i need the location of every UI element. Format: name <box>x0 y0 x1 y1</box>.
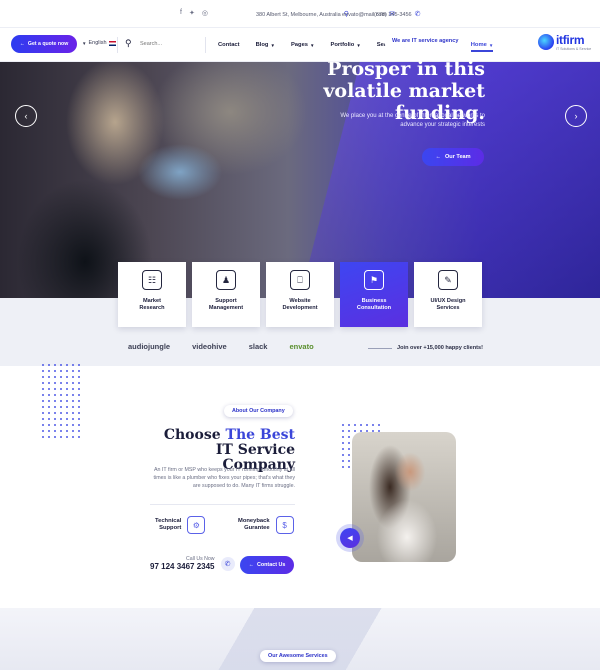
arrow-left-icon: ← <box>19 41 25 47</box>
chevron-left-icon: ‹ <box>24 111 28 121</box>
nav-item-label: Pages <box>290 42 309 48</box>
language-label: English <box>88 40 107 46</box>
clients-joined-text: Join over +15,000 happy clients! <box>397 345 483 351</box>
top-bar: f ✦ ◎ 380 Albert St, Melbourne, Australi… <box>0 0 600 28</box>
language-selector[interactable]: ▼ English <box>82 40 116 46</box>
brand-logo[interactable]: itfirm IT Solutions & Service <box>536 32 600 59</box>
search-icon[interactable]: ⚲ <box>125 38 132 49</box>
address-info: 380 Albert St, Melbourne, Australia ⚲ <box>256 11 349 18</box>
about-photo <box>352 432 456 562</box>
chevron-down-icon: ▼ <box>82 40 87 46</box>
about-badge: About Our Company <box>224 405 293 417</box>
call-info[interactable]: Call Us Now 97 124 3467 2345 ✆ <box>150 556 235 571</box>
website-icon: ⎕ <box>290 270 310 290</box>
hero-next-button[interactable]: › <box>565 105 587 127</box>
nav-item-blog[interactable]: Blog ▼ <box>256 42 275 48</box>
nav-item-portfolio[interactable]: Portfolio ▼ <box>331 42 361 48</box>
moneyback-icon: $ <box>275 516 294 534</box>
technical-support-icon: ⚙ <box>187 516 206 534</box>
nav-divider <box>117 37 118 53</box>
address-text: 380 Albert St, Melbourne, Australia <box>256 11 341 18</box>
chevron-right-icon: › <box>574 111 578 121</box>
phone-icon: ✆ <box>414 11 421 18</box>
call-text: Call Us Now 97 124 3467 2345 <box>150 556 215 571</box>
brand-tagline: IT Solutions & Service <box>556 47 592 51</box>
about-title-accent: The Best <box>225 427 295 443</box>
service-card-consultation[interactable]: ⚑ Business Consultation <box>340 262 408 327</box>
video-play-button[interactable]: ◀ <box>340 528 360 548</box>
nav-item-label: Contact <box>218 42 240 48</box>
search-input[interactable] <box>140 38 190 50</box>
divider-line <box>150 504 295 505</box>
service-card-support[interactable]: ♟ Support Management <box>192 262 260 327</box>
feature-label: Moneyback Gurantee <box>238 518 270 531</box>
partner-logo[interactable]: audiojungle <box>128 342 170 351</box>
chevron-down-icon: ▼ <box>356 42 361 48</box>
partner-logo[interactable]: envato <box>289 342 313 351</box>
about-text: An IT firm or MSP who keeps your IT runn… <box>153 467 295 489</box>
divider-line <box>368 348 392 349</box>
service-card-design[interactable]: ✎ UI/UX Design Services <box>414 262 482 327</box>
hero-prev-button[interactable]: ‹ <box>15 105 37 127</box>
call-number[interactable]: 97 124 3467 2345 <box>150 562 215 571</box>
nav-item-label: Portfolio <box>330 42 355 48</box>
social-links: f ✦ ◎ <box>180 9 208 17</box>
logo-mark-icon <box>538 34 554 50</box>
feature-moneyback: Moneyback Gurantee $ <box>238 516 294 534</box>
get-quote-label: Get a quote now <box>27 41 69 47</box>
service-card-label: UI/UX Design Services <box>430 298 466 311</box>
nav-item-home[interactable]: Home ▼ <box>470 42 494 52</box>
services-badge-text: Our Awesome Services <box>268 653 328 659</box>
about-badge-text: About Our Company <box>232 408 285 414</box>
chevron-down-icon: ▼ <box>310 42 315 48</box>
service-card-label: Market Research <box>139 298 165 311</box>
instagram-icon[interactable]: ◎ <box>202 9 208 17</box>
our-team-button[interactable]: ← Our Team <box>422 148 484 166</box>
contact-us-label: Contact Us <box>256 562 286 568</box>
partner-logo[interactable]: videohive <box>192 342 227 351</box>
service-card-label: Website Development <box>282 298 318 311</box>
nav-divider <box>205 37 206 53</box>
contact-us-button[interactable]: ← Contact Us <box>240 556 294 574</box>
our-team-label: Our Team <box>444 154 471 160</box>
research-icon: ☷ <box>142 270 162 290</box>
services-badge: Our Awesome Services <box>260 650 336 662</box>
nav-item-contact[interactable]: Contact <box>218 42 240 48</box>
nav-item-label: Blog <box>255 42 269 48</box>
service-card-website[interactable]: ⎕ Website Development <box>266 262 334 327</box>
consultation-icon: ⚑ <box>364 270 384 290</box>
service-cards: ☷ Market Research ♟ Support Management ⎕… <box>118 262 485 327</box>
phone-icon: ✆ <box>220 556 235 571</box>
hero-badge-text: We are IT service agency <box>392 38 459 44</box>
design-icon: ✎ <box>438 270 458 290</box>
service-card-label: Business Consultation <box>356 298 392 311</box>
phone-info[interactable]: (678) 345-3456 ✆ <box>374 11 421 18</box>
facebook-icon[interactable]: f <box>180 9 182 17</box>
get-quote-button[interactable]: ← Get a quote now <box>11 35 77 53</box>
partner-logo[interactable]: slack <box>249 342 268 351</box>
twitter-icon[interactable]: ✦ <box>189 9 195 17</box>
arrow-left-icon: ← <box>248 562 254 568</box>
nav-item-label: Home <box>470 42 487 48</box>
hero-badge: We are IT service agency <box>384 35 467 47</box>
feature-label: Technical Support <box>155 518 182 531</box>
flag-icon <box>108 40 116 46</box>
brand-name: itfirm <box>556 33 585 47</box>
dots-decoration <box>40 362 82 440</box>
hero-text: We place you at the centre of internatio… <box>340 113 485 128</box>
arrow-left-icon: ← <box>435 154 441 160</box>
support-icon: ♟ <box>216 270 236 290</box>
chevron-down-icon: ▼ <box>488 42 494 48</box>
chevron-down-icon: ▼ <box>270 42 275 48</box>
partner-logos: audiojungle videohive slack envato <box>128 342 314 351</box>
nav-item-pages[interactable]: Pages ▼ <box>291 42 315 48</box>
service-card-market-research[interactable]: ☷ Market Research <box>118 262 186 327</box>
about-title-part: Choose <box>163 427 226 443</box>
feature-technical-support: Technical Support ⚙ <box>155 516 206 534</box>
service-card-label: Support Management <box>208 298 244 311</box>
main-nav: ← Get a quote now ▼ English ⚲ Contact Bl… <box>0 28 600 62</box>
phone-text[interactable]: (678) 345-3456 <box>374 12 412 18</box>
play-icon: ◀ <box>347 535 353 542</box>
